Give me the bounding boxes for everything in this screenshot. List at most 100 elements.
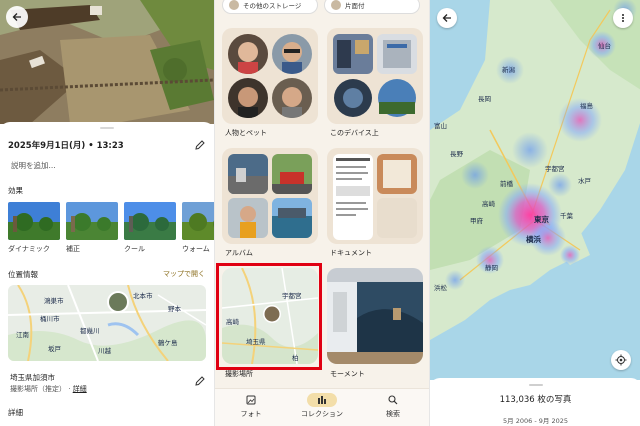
map-place-label: 高崎 xyxy=(226,318,239,326)
more-options-button[interactable] xyxy=(613,8,633,28)
map-city-label: 富山 xyxy=(434,122,447,130)
card-albums[interactable] xyxy=(222,148,318,244)
bottom-navigation: フォト コレクション 検索 xyxy=(215,388,429,426)
map-place-label: 宇都宮 xyxy=(282,292,302,300)
edit-icon[interactable] xyxy=(195,140,205,150)
map-city-label: 長岡 xyxy=(478,95,491,103)
card-on-device[interactable] xyxy=(327,28,423,124)
map-place-label: 桶川市 xyxy=(40,315,60,323)
open-in-maps-link[interactable]: マップで開く xyxy=(163,269,205,279)
effect-enhance[interactable]: 補正 xyxy=(66,202,118,254)
collection-icon xyxy=(307,393,337,407)
map-place-label: 野本 xyxy=(168,305,181,313)
effect-label: クール xyxy=(124,245,145,253)
map-place-label: 江南 xyxy=(16,331,29,339)
chip-label: 片面付 xyxy=(345,2,365,10)
card-label: モーメント xyxy=(330,370,365,378)
description-field[interactable]: 説明を追加... xyxy=(11,160,56,171)
effect-thumbnail xyxy=(124,202,176,240)
photo-preview[interactable] xyxy=(0,0,214,124)
chip-other-storage[interactable]: その他のストレージ xyxy=(222,0,318,14)
card-moments[interactable] xyxy=(327,268,423,364)
card-places[interactable]: 宇都宮 高崎 埼玉県 柏 xyxy=(222,268,318,364)
photo-icon xyxy=(236,393,266,407)
photo-count: 113,036 枚の写真 xyxy=(499,395,572,405)
location-name: 埼玉県加須市 xyxy=(10,373,55,382)
map-place-label: 鴻巣市 xyxy=(44,297,64,305)
person-thumbnail xyxy=(228,78,268,118)
effects-heading: 効果 xyxy=(8,186,23,195)
effect-warm[interactable]: ウォーム xyxy=(182,202,214,254)
map-city-label: 新潟 xyxy=(502,66,515,74)
location-details-link[interactable]: 詳細 xyxy=(73,385,87,393)
date-range: 5月 2006 - 9月 2025 xyxy=(503,417,568,425)
sheet-handle[interactable] xyxy=(529,384,543,386)
folder-thumbnail xyxy=(333,34,373,74)
nav-photos[interactable]: フォト xyxy=(221,393,281,419)
document-thumbnail xyxy=(333,154,373,240)
map-city-label: 仙台 xyxy=(598,42,611,50)
details-heading: 詳細 xyxy=(8,408,23,417)
photo-detail-panel: 2025年9月1日(月) • 13:23 説明を追加... 効果 ダイナミック … xyxy=(0,0,214,426)
folder-thumbnail xyxy=(377,78,417,118)
document-thumbnail xyxy=(377,154,417,194)
effect-label: 補正 xyxy=(66,245,80,253)
map-city-label: 甲府 xyxy=(470,217,483,225)
person-thumbnail xyxy=(228,34,268,74)
card-label: ドキュメント xyxy=(330,249,372,257)
back-button[interactable] xyxy=(6,6,28,28)
card-documents[interactable] xyxy=(327,148,423,244)
chip-label: その他のストレージ xyxy=(243,2,302,10)
card-label: 撮影場所 xyxy=(225,370,253,378)
effect-thumbnail xyxy=(66,202,118,240)
card-people-pets[interactable] xyxy=(222,28,318,124)
location-source-text: 撮影場所（推定） xyxy=(10,385,66,393)
album-thumbnail xyxy=(228,154,268,194)
map-place-label: 埼玉県 xyxy=(246,338,266,346)
back-button[interactable] xyxy=(437,8,457,28)
location-source: 撮影場所（推定） · 詳細 xyxy=(10,385,87,393)
folder-icon xyxy=(331,0,341,10)
effect-dynamic[interactable]: ダイナミック xyxy=(8,202,60,254)
map-city-label: 東京 xyxy=(534,215,549,224)
album-thumbnail xyxy=(228,198,268,238)
folder-thumbnail xyxy=(377,34,417,74)
map-city-label: 浜松 xyxy=(434,284,447,292)
map-city-label: 横浜 xyxy=(526,235,541,244)
location-mini-map[interactable]: 鴻巣市 桶川市 北本市 都幾川 坂戸 川越 鶴ケ島 野本 江南 xyxy=(8,285,206,361)
photo-datetime: 2025年9月1日(月) • 13:23 xyxy=(8,141,124,151)
map-place-label: 鶴ケ島 xyxy=(158,339,178,347)
sheet-handle[interactable] xyxy=(100,127,114,129)
nav-label: 検索 xyxy=(386,410,400,418)
map-place-label: 坂戸 xyxy=(48,345,61,353)
nav-label: コレクション xyxy=(301,410,343,418)
nav-label: フォト xyxy=(240,410,262,418)
person-thumbnail xyxy=(272,78,312,118)
album-thumbnail xyxy=(272,154,312,194)
more-vert-icon xyxy=(622,14,624,22)
map-city-label: 長野 xyxy=(450,150,463,158)
photo-heatmap[interactable]: 仙台 新潟 長岡 福島 長野 宇都宮 前橋 水戸 東京 横浜 千葉 静岡 浜松 … xyxy=(430,0,640,380)
map-place-label: 柏 xyxy=(292,354,299,362)
map-summary-sheet[interactable]: 113,036 枚の写真 5月 2006 - 9月 2025 xyxy=(430,378,640,426)
collections-panel: その他のストレージ 片面付 人物とペット このデバイス上 アルバム ドキュメント… xyxy=(214,0,429,426)
nav-collections[interactable]: コレクション xyxy=(292,393,352,419)
map-city-label: 水戸 xyxy=(578,177,591,185)
edit-location-icon[interactable] xyxy=(195,376,205,386)
location-target-icon xyxy=(615,354,627,366)
album-thumbnail xyxy=(272,198,312,238)
card-label: このデバイス上 xyxy=(330,129,379,137)
document-placeholder xyxy=(377,198,417,238)
search-icon xyxy=(378,393,408,407)
folder-thumbnail xyxy=(333,78,373,118)
map-place-label: 北本市 xyxy=(133,292,153,300)
effect-cool[interactable]: クール xyxy=(124,202,176,254)
effect-thumbnail xyxy=(182,202,214,240)
effect-label: ウォーム xyxy=(182,245,210,253)
nav-search[interactable]: 検索 xyxy=(363,393,423,419)
chip-secondary[interactable]: 片面付 xyxy=(324,0,420,14)
map-city-label: 前橋 xyxy=(500,180,513,188)
map-place-label: 都幾川 xyxy=(80,327,100,335)
map-city-label: 静岡 xyxy=(485,264,498,272)
my-location-button[interactable] xyxy=(611,350,631,370)
